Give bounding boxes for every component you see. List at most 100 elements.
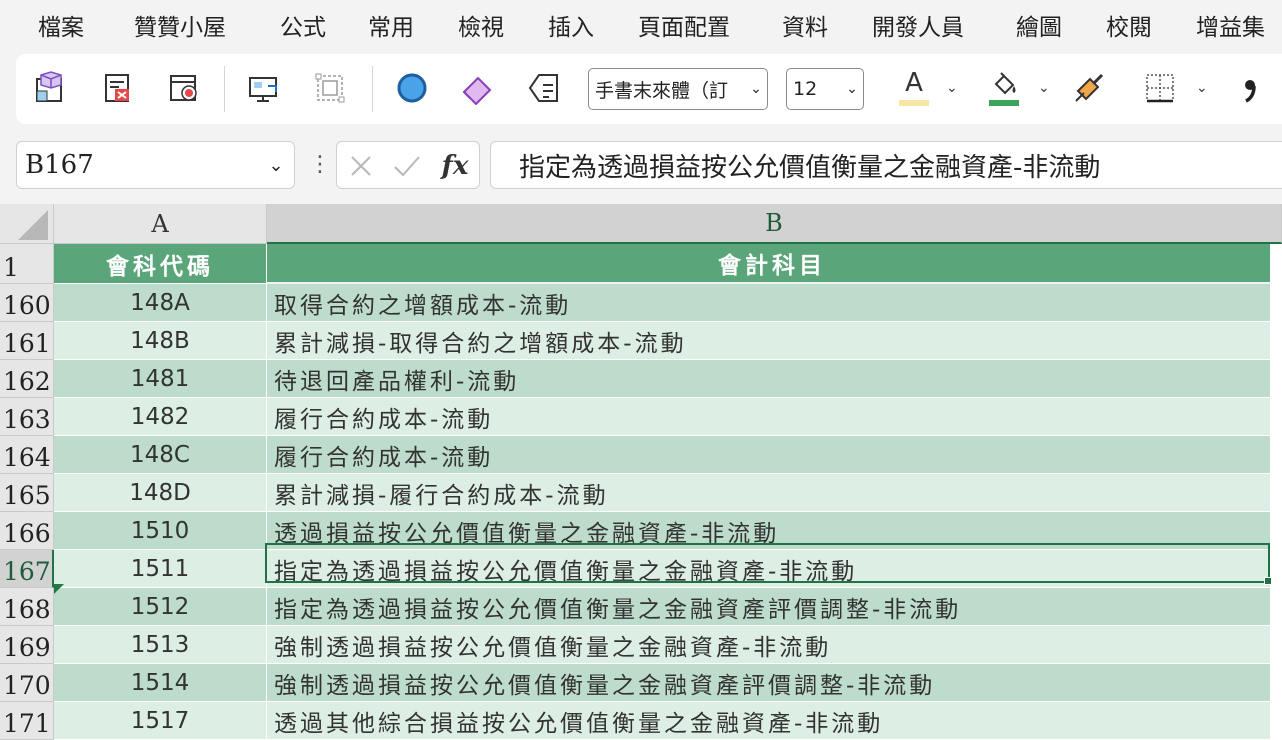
- table-header-row: 1 會科代碼 會計科目: [0, 244, 1282, 284]
- error-indicator-icon[interactable]: [54, 584, 64, 594]
- header-cell-code[interactable]: 會科代碼: [54, 244, 267, 284]
- account-cell[interactable]: 強制透過損益按公允價值衡量之金融資產-非流動: [267, 626, 1270, 664]
- spreadsheet-grid: A B 1 會科代碼 會計科目 160 148A 取得合約之增額成本-流動 16…: [0, 204, 1282, 740]
- menu-home[interactable]: 常用: [368, 8, 414, 42]
- table-row: 162 1481 待退回產品權利-流動: [0, 360, 1282, 398]
- code-cell[interactable]: 1513: [54, 626, 267, 664]
- font-size-value: 12: [793, 78, 818, 100]
- group-objects-icon[interactable]: [308, 66, 352, 110]
- comma-style-icon[interactable]: [1228, 66, 1272, 110]
- borders-chevron-icon[interactable]: ⌄: [1196, 80, 1208, 96]
- fill-color-icon[interactable]: [982, 66, 1026, 110]
- row-number[interactable]: 164: [0, 436, 54, 474]
- formula-controls: fx: [336, 141, 480, 189]
- menu-view[interactable]: 檢視: [458, 8, 504, 42]
- account-cell[interactable]: 強制透過損益按公允價值衡量之金融資產評價調整-非流動: [267, 664, 1270, 702]
- code-cell[interactable]: 1510: [54, 512, 267, 550]
- table-row: 166 1510 透過損益按公允價值衡量之金融資產-非流動: [0, 512, 1282, 550]
- account-cell-active[interactable]: 指定為透過損益按公允價值衡量之金融資產-非流動: [267, 550, 1270, 588]
- code-cell[interactable]: 148B: [54, 322, 267, 360]
- font-color-swatch: [899, 100, 929, 106]
- menu-zanzan[interactable]: 贊贊小屋: [134, 8, 226, 42]
- account-cell[interactable]: 履行合約成本-流動: [267, 436, 1270, 474]
- code-cell[interactable]: 1512: [54, 588, 267, 626]
- chevron-down-icon[interactable]: ⌄: [258, 155, 294, 176]
- account-cell[interactable]: 透過其他綜合損益按公允價值衡量之金融資產-非流動: [267, 702, 1270, 740]
- tag-label-icon[interactable]: [522, 66, 566, 110]
- table-row-active: 167 1511 指定為透過損益按公允價值衡量之金融資產-非流動: [0, 550, 1282, 588]
- account-cell[interactable]: 履行合約成本-流動: [267, 398, 1270, 436]
- screen-display-icon[interactable]: [242, 66, 286, 110]
- grid-right-edge: [1270, 244, 1282, 740]
- cube-table-icon[interactable]: [28, 66, 72, 110]
- account-cell[interactable]: 累計減損-取得合約之增額成本-流動: [267, 322, 1270, 360]
- name-box[interactable]: B167 ⌄: [16, 141, 295, 189]
- table-row: 171 1517 透過其他綜合損益按公允價值衡量之金融資產-非流動: [0, 702, 1282, 740]
- font-size-select[interactable]: 12 ⌄: [786, 68, 864, 110]
- table-row: 160 148A 取得合約之增額成本-流動: [0, 284, 1282, 322]
- menu-bar: 檔案 贊贊小屋 公式 常用 檢視 插入 頁面配置 資料 開發人員 繪圖 校閱 增…: [0, 0, 1282, 50]
- font-color-chevron-icon[interactable]: ⌄: [946, 80, 958, 96]
- eraser-icon[interactable]: [456, 66, 500, 110]
- borders-icon[interactable]: [1138, 66, 1182, 110]
- row-number[interactable]: 162: [0, 360, 54, 398]
- column-header-a[interactable]: A: [54, 204, 267, 244]
- row-number[interactable]: 169: [0, 626, 54, 664]
- format-painter-icon[interactable]: [1068, 66, 1112, 110]
- account-cell[interactable]: 待退回產品權利-流動: [267, 360, 1270, 398]
- row-number[interactable]: 160: [0, 284, 54, 322]
- row-number[interactable]: 165: [0, 474, 54, 512]
- formula-input[interactable]: 指定為透過損益按公允價值衡量之金融資產-非流動: [490, 141, 1282, 189]
- row-number[interactable]: 168: [0, 588, 54, 626]
- row-number[interactable]: 1: [0, 244, 54, 284]
- table-row: 165 148D 累計減損-履行合約成本-流動: [0, 474, 1282, 512]
- table-row: 170 1514 強制透過損益按公允價值衡量之金融資產評價調整-非流動: [0, 664, 1282, 702]
- circle-shape-icon[interactable]: [390, 66, 434, 110]
- cancel-icon[interactable]: [343, 148, 379, 184]
- code-cell[interactable]: 1511: [54, 550, 267, 588]
- row-number[interactable]: 163: [0, 398, 54, 436]
- name-box-value: B167: [25, 150, 94, 180]
- menu-addins[interactable]: 增益集: [1196, 8, 1265, 42]
- sheet-delete-icon[interactable]: [96, 66, 140, 110]
- account-cell[interactable]: 透過損益按公允價值衡量之金融資產-非流動: [267, 512, 1270, 550]
- code-cell[interactable]: 148C: [54, 436, 267, 474]
- menu-file[interactable]: 檔案: [38, 8, 84, 42]
- code-cell[interactable]: 148A: [54, 284, 267, 322]
- code-cell[interactable]: 1514: [54, 664, 267, 702]
- menu-formulas[interactable]: 公式: [280, 8, 326, 42]
- menu-developer[interactable]: 開發人員: [872, 8, 964, 42]
- row-number[interactable]: 167: [0, 550, 54, 588]
- chevron-down-icon: ⌄: [846, 81, 858, 97]
- ribbon-separator: [224, 66, 225, 112]
- row-number[interactable]: 171: [0, 702, 54, 740]
- account-cell[interactable]: 取得合約之增額成本-流動: [267, 284, 1270, 322]
- code-cell[interactable]: 1482: [54, 398, 267, 436]
- header-cell-account[interactable]: 會計科目: [267, 244, 1270, 284]
- account-cell[interactable]: 指定為透過損益按公允價值衡量之金融資產評價調整-非流動: [267, 588, 1270, 626]
- confirm-icon[interactable]: [389, 148, 425, 184]
- insert-function-button[interactable]: fx: [435, 148, 475, 184]
- code-cell[interactable]: 1481: [54, 360, 267, 398]
- fill-color-chevron-icon[interactable]: ⌄: [1038, 80, 1050, 96]
- menu-page-layout[interactable]: 頁面配置: [638, 8, 730, 42]
- row-number[interactable]: 166: [0, 512, 54, 550]
- table-row: 164 148C 履行合約成本-流動: [0, 436, 1282, 474]
- menu-data[interactable]: 資料: [782, 8, 828, 42]
- row-number[interactable]: 161: [0, 322, 54, 360]
- menu-insert[interactable]: 插入: [548, 8, 594, 42]
- record-macro-icon[interactable]: [162, 66, 206, 110]
- menu-draw[interactable]: 繪圖: [1016, 8, 1062, 42]
- table-row: 161 148B 累計減損-取得合約之增額成本-流動: [0, 322, 1282, 360]
- code-cell[interactable]: 1517: [54, 702, 267, 740]
- row-number[interactable]: 170: [0, 664, 54, 702]
- font-color-icon[interactable]: A: [892, 66, 936, 110]
- account-cell[interactable]: 累計減損-履行合約成本-流動: [267, 474, 1270, 512]
- select-all-button[interactable]: [0, 204, 54, 244]
- more-options-icon[interactable]: ⋮: [309, 150, 331, 180]
- code-cell[interactable]: 148D: [54, 474, 267, 512]
- column-header-b[interactable]: B: [267, 204, 1282, 244]
- menu-review[interactable]: 校閱: [1106, 8, 1152, 42]
- fill-handle[interactable]: [1264, 577, 1272, 585]
- font-name-select[interactable]: 手書末來體（訂 ⌄: [588, 68, 768, 110]
